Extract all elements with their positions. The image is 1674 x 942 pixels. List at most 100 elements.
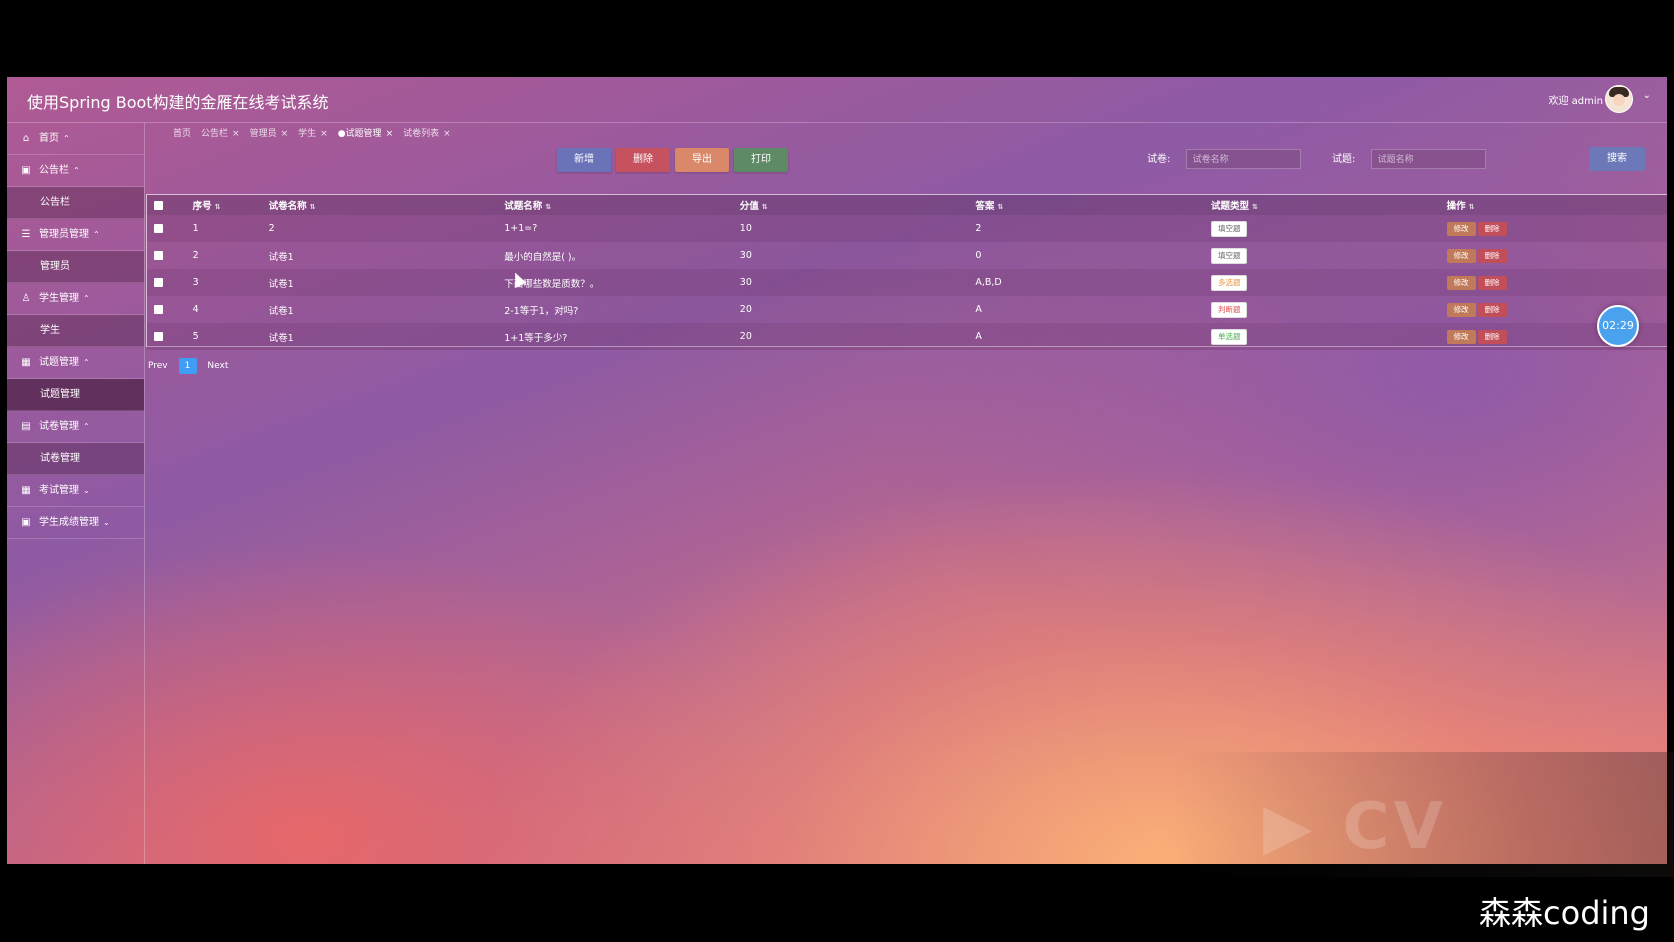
tab-1[interactable]: 公告栏 ×	[201, 126, 240, 139]
delete-row-button[interactable]: 删除	[1477, 275, 1507, 290]
tab-5[interactable]: 试卷列表 ×	[403, 126, 451, 139]
cell-question: 下面哪些数是质数？。	[504, 278, 600, 290]
chevron-up-icon: ⌃	[83, 422, 90, 431]
column-header[interactable]: 试题名称 ⇅	[504, 195, 740, 215]
sidebar-item-label: 学生管理	[39, 293, 79, 304]
sidebar-item-3[interactable]: ♙ 学生管理 ⌃	[7, 283, 144, 315]
next-button[interactable]: Next	[207, 361, 228, 371]
export-button[interactable]: 导出	[675, 148, 729, 172]
edit-button[interactable]: 修改	[1446, 275, 1476, 290]
tab-4[interactable]: ●试题管理 ×	[338, 126, 393, 139]
delete-row-button[interactable]: 删除	[1477, 302, 1507, 317]
print-button[interactable]: 打印	[734, 148, 788, 172]
column-header[interactable]: 试题类型 ⇅	[1210, 195, 1447, 215]
close-icon[interactable]: ×	[281, 129, 289, 139]
tab-2[interactable]: 管理员 ×	[250, 126, 289, 139]
row-checkbox[interactable]	[154, 332, 163, 341]
sort-icon[interactable]: ⇅	[310, 203, 316, 211]
sidebar-item-2[interactable]: ☰ 管理员管理 ⌃	[7, 219, 144, 251]
sort-icon[interactable]: ⇅	[215, 203, 221, 211]
sidebar-subitem[interactable]: 试题管理	[7, 379, 144, 411]
edit-button[interactable]: 修改	[1446, 248, 1476, 263]
notice-icon: ▣	[21, 165, 31, 176]
row-select-cell	[147, 323, 193, 350]
close-icon[interactable]: ×	[232, 129, 240, 139]
delete-button[interactable]: 删除	[616, 148, 670, 172]
column-header-label: 试卷名称	[268, 201, 307, 212]
avatar[interactable]	[1605, 85, 1633, 113]
sidebar-subitem[interactable]: 试卷管理	[7, 443, 144, 475]
column-header[interactable]: 答案 ⇅	[975, 195, 1211, 215]
welcome-text: 欢迎 admin	[1548, 96, 1603, 107]
sidebar-item-4[interactable]: ▦ 试题管理 ⌃	[7, 347, 144, 379]
column-header[interactable]: 操作 ⇅	[1446, 195, 1667, 215]
sidebar-item-6[interactable]: ▦ 考试管理 ⌄	[7, 475, 144, 507]
user-icon: ♙	[21, 293, 31, 304]
table-row: 4 试卷1 2-1等于1，对吗? 20 A 判断题 修改 删除	[147, 296, 1667, 323]
sidebar-item-0[interactable]: ⌂ 首页 ⌃	[7, 123, 144, 155]
select-all-checkbox[interactable]	[154, 200, 163, 210]
close-icon[interactable]: ×	[386, 129, 394, 139]
paper-icon: ▤	[21, 421, 31, 432]
cell-score: 30	[739, 250, 752, 261]
row-checkbox[interactable]	[154, 278, 163, 287]
cell-type: 多选题	[1210, 269, 1447, 296]
delete-row-button[interactable]: 删除	[1477, 221, 1507, 236]
cell-type: 单选题	[1210, 323, 1447, 350]
score-icon: ▣	[21, 517, 31, 528]
tab-label: 学生	[298, 129, 317, 139]
page-1-button[interactable]: 1	[178, 358, 197, 374]
row-select-cell	[147, 269, 193, 296]
close-icon[interactable]: ×	[320, 129, 328, 139]
cell-answer: A,B,D	[975, 277, 1002, 288]
pagination: Prev 1 Next	[148, 358, 228, 374]
cell-answer: 0	[975, 250, 982, 261]
search-button[interactable]: 搜索	[1589, 147, 1645, 171]
row-checkbox[interactable]	[154, 305, 163, 314]
close-icon[interactable]: ×	[443, 129, 451, 139]
question-type-badge: 填空题	[1210, 220, 1248, 237]
row-checkbox[interactable]	[154, 224, 163, 233]
column-header-label: 答案	[975, 201, 995, 212]
cell-paper: 试卷1	[268, 305, 294, 317]
column-header[interactable]: 试卷名称 ⇅	[268, 195, 505, 215]
sidebar-item-label: 管理员管理	[39, 229, 89, 240]
sort-icon[interactable]: ⇅	[1469, 203, 1475, 211]
question-search-input[interactable]: 试题名称	[1370, 149, 1486, 169]
question-search: 试题: 试题名称	[1332, 149, 1486, 169]
delete-row-button[interactable]: 删除	[1477, 248, 1507, 263]
cell-question: 2-1等于1，对吗?	[504, 305, 579, 317]
column-header[interactable]: 序号 ⇅	[192, 195, 269, 215]
prev-button[interactable]: Prev	[148, 361, 168, 371]
sort-icon[interactable]: ⇅	[997, 203, 1003, 211]
sidebar-item-1[interactable]: ▣ 公告栏 ⌃	[7, 155, 144, 187]
sidebar-subitem[interactable]: 学生	[7, 315, 144, 347]
cell-paper: 试卷1	[268, 332, 294, 344]
sidebar-item-5[interactable]: ▤ 试卷管理 ⌃	[7, 411, 144, 443]
sidebar-subitem[interactable]: 管理员	[7, 251, 144, 283]
tab-3[interactable]: 学生 ×	[298, 126, 328, 139]
sort-icon[interactable]: ⇅	[545, 203, 551, 211]
sort-icon[interactable]: ⇅	[762, 203, 768, 211]
question-table: 序号 ⇅ 试卷名称 ⇅ 试题名称 ⇅ 分值 ⇅ 答案 ⇅ 试题类型 ⇅ 操作 ⇅ 1 2 1+1=? 10 2 填空…	[146, 194, 1667, 350]
paper-search-input[interactable]: 试卷名称	[1185, 149, 1301, 169]
sort-icon[interactable]: ⇅	[1252, 203, 1258, 211]
tab-0[interactable]: 首页	[173, 126, 191, 139]
delete-row-button[interactable]: 删除	[1477, 329, 1507, 344]
row-checkbox[interactable]	[154, 251, 163, 260]
edit-button[interactable]: 修改	[1446, 221, 1476, 236]
column-header-label: 操作	[1446, 201, 1466, 212]
countdown-timer[interactable]: 02:29	[1597, 305, 1639, 347]
chevron-down-icon: ⌄	[83, 486, 90, 495]
cell-actions: 修改 删除	[1446, 215, 1667, 242]
sidebar-subitem[interactable]: 公告栏	[7, 187, 144, 219]
question-type-badge: 单选题	[1210, 328, 1248, 345]
edit-button[interactable]: 修改	[1446, 329, 1476, 344]
add-button[interactable]: 新增	[557, 148, 611, 172]
edit-button[interactable]: 修改	[1446, 302, 1476, 317]
column-header[interactable]: 分值 ⇅	[739, 195, 976, 215]
exam-icon: ▦	[21, 485, 31, 496]
chevron-down-icon[interactable]: ⌄	[1643, 90, 1651, 101]
sidebar-item-7[interactable]: ▣ 学生成绩管理 ⌄	[7, 507, 144, 539]
tab-label: 公告栏	[201, 129, 229, 139]
